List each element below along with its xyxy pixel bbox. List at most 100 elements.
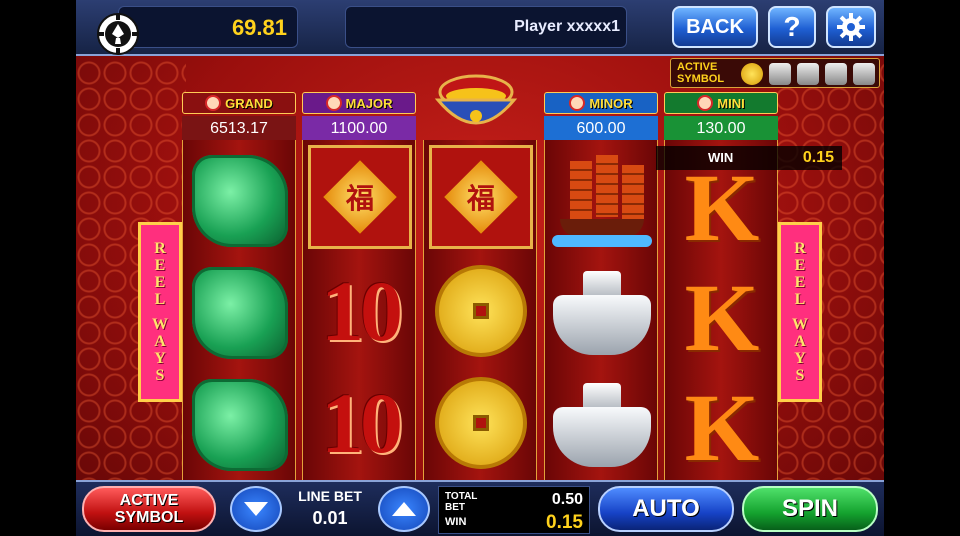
reel-ways-letter: E bbox=[794, 274, 806, 291]
spin-button[interactable]: SPIN bbox=[742, 486, 878, 532]
jade-phoenix-icon bbox=[192, 155, 288, 247]
total-bet-label: TOTAL BET bbox=[445, 491, 478, 513]
phoenix-symbol-icon bbox=[853, 63, 875, 85]
line-bet-increase-button[interactable] bbox=[378, 486, 430, 532]
jade-phoenix-symbol bbox=[187, 260, 293, 366]
child-face-icon bbox=[205, 95, 222, 111]
reel-3: 福 bbox=[423, 140, 537, 480]
total-bet-value: 0.50 bbox=[551, 491, 583, 508]
gold-coin-symbol bbox=[428, 370, 534, 476]
fu-character: 福 bbox=[345, 181, 375, 215]
ten-symbol: 10 bbox=[307, 370, 413, 476]
active-symbol-button[interactable]: ACTIVE SYMBOL bbox=[82, 486, 216, 532]
child-face-icon bbox=[325, 95, 342, 111]
reel-ways-letter: S bbox=[155, 367, 165, 384]
jade-phoenix-icon bbox=[192, 379, 288, 471]
ship-symbol-icon bbox=[797, 63, 819, 85]
gold-coin-icon bbox=[435, 265, 527, 357]
line-bet-display: LINE BET 0.01 bbox=[284, 488, 376, 529]
jackpot-minor-tag: MINOR bbox=[544, 92, 658, 114]
treasure-pot-icon bbox=[434, 74, 518, 125]
win-overlay-label: WIN bbox=[708, 150, 734, 165]
reel-2: 福 10 10 bbox=[302, 140, 416, 480]
totals-display: TOTAL BET 0.50 WIN 0.15 bbox=[438, 486, 590, 534]
reel-ways-letter: A bbox=[154, 333, 166, 350]
reel-4 bbox=[544, 140, 658, 480]
reel-5: K K K bbox=[664, 140, 778, 481]
ten-symbol: 10 bbox=[307, 258, 413, 364]
reel-ways-letter: S bbox=[795, 367, 805, 384]
k-glyph: K bbox=[684, 373, 760, 481]
win-value: 0.15 bbox=[546, 512, 583, 533]
arrow-up-icon bbox=[392, 502, 416, 516]
junk-ship-icon bbox=[552, 153, 652, 249]
jackpot-major-tag: MAJOR bbox=[302, 92, 416, 114]
child-face-icon bbox=[697, 95, 714, 111]
active-symbol-label: ACTIVE SYMBOL bbox=[677, 61, 725, 85]
jackpot-minor-label: MINOR bbox=[589, 95, 633, 111]
ten-glyph: 10 bbox=[321, 263, 403, 359]
player-name: Player xxxxx1 bbox=[514, 18, 620, 35]
arrow-down-icon bbox=[244, 502, 268, 516]
line-bet-decrease-button[interactable] bbox=[230, 486, 282, 532]
reel-ways-letter: L bbox=[154, 291, 166, 308]
jackpot-major: MAJOR 1100.00 bbox=[302, 92, 416, 144]
fu-tile-symbol: 福 bbox=[307, 144, 413, 250]
junk-ship-symbol bbox=[549, 148, 655, 254]
help-button[interactable]: ? bbox=[768, 6, 816, 48]
reel-ways-letter: W bbox=[792, 316, 808, 333]
reel-1 bbox=[182, 140, 296, 480]
reel-ways-letter: A bbox=[794, 333, 806, 350]
reel-ways-banner-left: R E E L W A Y S bbox=[138, 222, 182, 402]
reel-ways-letter: R bbox=[154, 240, 166, 257]
jackpot-grand: GRAND 6513.17 bbox=[182, 92, 296, 144]
jade-phoenix-symbol bbox=[187, 372, 293, 478]
win-overlay-value: 0.15 bbox=[802, 149, 834, 166]
silver-ingot-symbol bbox=[549, 372, 655, 478]
jade-phoenix-icon bbox=[192, 267, 288, 359]
jackpot-major-value: 1100.00 bbox=[302, 116, 416, 142]
reel-ways-letter: E bbox=[154, 274, 166, 291]
ingot-symbol-icon bbox=[769, 63, 791, 85]
back-button[interactable]: BACK bbox=[672, 6, 758, 48]
line-bet-label: LINE BET bbox=[298, 488, 362, 504]
jackpot-grand-label: GRAND bbox=[225, 95, 273, 111]
jackpot-minor: MINOR 600.00 bbox=[544, 92, 658, 144]
silver-ingot-icon bbox=[553, 271, 651, 355]
jackpot-mini-value: 130.00 bbox=[664, 116, 778, 142]
player-name-display: Player xxxxx1 bbox=[345, 6, 627, 48]
win-label: WIN bbox=[445, 516, 467, 528]
gold-coin-icon bbox=[435, 377, 527, 469]
line-bet-value: 0.01 bbox=[312, 508, 348, 528]
fu-character: 福 bbox=[466, 181, 496, 215]
jackpot-grand-tag: GRAND bbox=[182, 92, 296, 114]
active-symbol-panel: ACTIVE SYMBOL bbox=[670, 58, 880, 88]
fu-tile-icon: 福 bbox=[429, 145, 533, 249]
reel-ways-letter: W bbox=[152, 316, 168, 333]
jackpot-minor-value: 600.00 bbox=[544, 116, 658, 142]
poker-chip-icon bbox=[97, 13, 139, 55]
silver-ingot-icon bbox=[553, 383, 651, 467]
silver-ingot-symbol bbox=[549, 260, 655, 366]
jackpot-mini-label: MINI bbox=[717, 95, 745, 111]
balance-value: 69.81 bbox=[231, 15, 287, 40]
jackpot-mini-tag: MINI bbox=[664, 92, 778, 114]
reel-ways-letter: R bbox=[794, 240, 806, 257]
fu-tile-icon: 福 bbox=[308, 145, 412, 249]
win-overlay: WIN 0.15 bbox=[656, 146, 842, 170]
k-symbol: K bbox=[669, 263, 775, 371]
reel-ways-letter: Y bbox=[794, 350, 806, 367]
gold-coin-symbol bbox=[428, 258, 534, 364]
reel-ways-letter: L bbox=[794, 291, 806, 308]
jade-phoenix-symbol bbox=[187, 148, 293, 254]
settings-button[interactable] bbox=[826, 6, 876, 48]
auto-button[interactable]: AUTO bbox=[598, 486, 734, 532]
tile-symbol-icon bbox=[825, 63, 847, 85]
fu-tile-symbol: 福 bbox=[428, 144, 534, 250]
child-face-icon bbox=[569, 95, 586, 111]
ten-glyph: 10 bbox=[321, 375, 403, 471]
reel-ways-banner-right: R E E L W A Y S bbox=[778, 222, 822, 402]
k-glyph: K bbox=[684, 263, 760, 371]
gear-icon bbox=[837, 13, 865, 41]
k-symbol: K bbox=[669, 373, 775, 481]
